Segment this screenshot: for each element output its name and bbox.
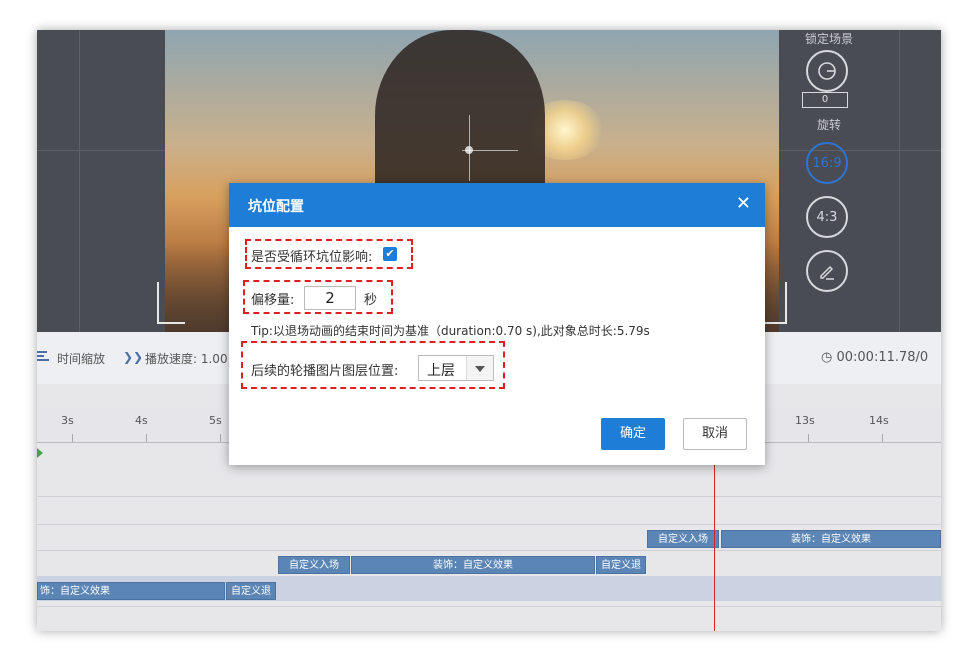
rotate-arrow-icon bbox=[818, 62, 836, 80]
dialog-header: 坑位配置 ✕ bbox=[229, 183, 765, 227]
rotate-label: 旋转 bbox=[816, 118, 841, 132]
clock-icon: ◷ bbox=[821, 350, 833, 365]
loop-checkbox[interactable]: ✔ bbox=[383, 247, 397, 261]
frame-corner-bracket bbox=[157, 282, 185, 324]
track-divider bbox=[37, 524, 941, 525]
offset-label: 偏移量: bbox=[251, 293, 295, 308]
timeline-clip[interactable]: 装饰：自定义效果 bbox=[721, 530, 941, 548]
track-divider bbox=[37, 606, 941, 607]
timeline-clip[interactable]: 自定义退 bbox=[226, 582, 276, 600]
layer-select-value: 上层 bbox=[427, 363, 455, 379]
confirm-button[interactable]: 确定 bbox=[601, 418, 665, 450]
track-divider bbox=[37, 550, 941, 551]
timeline-clip[interactable]: 自定义入场 bbox=[647, 530, 719, 548]
timeline-clip[interactable]: 自定义入场 bbox=[278, 556, 350, 574]
grid-line bbox=[899, 30, 900, 332]
transform-panel: 锁定场景 0 旋转 16:9 4:3 bbox=[799, 30, 859, 332]
offset-input[interactable]: 2 bbox=[304, 286, 356, 310]
edit-pen-icon[interactable] bbox=[806, 250, 848, 292]
dialog-title: 坑位配置 bbox=[248, 199, 304, 215]
lock-scene-label[interactable]: 锁定场景 bbox=[799, 30, 859, 47]
current-time-value: 00:00:11.78/0 bbox=[836, 350, 929, 365]
tick-label: 3s bbox=[61, 414, 74, 427]
rotate-input[interactable]: 0 bbox=[802, 92, 848, 108]
tick-mark bbox=[220, 434, 221, 442]
timeline-clip[interactable]: 自定义退 bbox=[596, 556, 646, 574]
timeline-tracks: 自定义入场 装饰：自定义效果 自定义入场 装饰：自定义效果 自定义退 饰：自定义… bbox=[37, 466, 941, 631]
time-zoom-label[interactable]: 时间缩放 bbox=[57, 350, 105, 367]
play-speed-icon[interactable]: ❯❯ bbox=[123, 350, 143, 364]
play-marker-icon[interactable] bbox=[37, 448, 43, 458]
tick-label: 13s bbox=[795, 414, 815, 427]
ratio-4-3-button[interactable]: 4:3 bbox=[806, 196, 848, 238]
cancel-button[interactable]: 取消 bbox=[683, 418, 747, 450]
timeline-clip[interactable]: 饰：自定义效果 bbox=[37, 582, 225, 600]
tip-text: Tip:以退场动画的结束时间为基准（duration:0.70 s),此对象总时… bbox=[251, 324, 650, 338]
ratio-16-9-button[interactable]: 16:9 bbox=[806, 142, 848, 184]
timeline-clip[interactable]: 装饰：自定义效果 bbox=[351, 556, 595, 574]
tick-mark bbox=[146, 434, 147, 442]
rotate-icon[interactable] bbox=[806, 50, 848, 92]
current-time: ◷ 00:00:11.78/0 bbox=[821, 350, 928, 365]
tick-label: 4s bbox=[135, 414, 148, 427]
tick-label: 14s bbox=[869, 414, 889, 427]
slot-config-dialog: 坑位配置 ✕ 是否受循环坑位影响: ✔ 偏移量: 2 秒 Tip:以退场动画的结… bbox=[229, 183, 765, 465]
tick-label: 5s bbox=[209, 414, 222, 427]
pen-icon bbox=[820, 265, 834, 280]
chevron-down-icon bbox=[475, 366, 485, 372]
loop-label: 是否受循环坑位影响: bbox=[251, 250, 373, 265]
select-dropdown-button[interactable] bbox=[466, 356, 493, 380]
tick-mark bbox=[882, 434, 883, 442]
layer-select[interactable]: 上层 bbox=[418, 355, 494, 381]
crosshair-center[interactable] bbox=[465, 146, 473, 154]
tick-mark bbox=[72, 434, 73, 442]
track-divider bbox=[37, 496, 941, 497]
time-zoom-icon[interactable] bbox=[37, 350, 51, 365]
tick-mark bbox=[808, 434, 809, 442]
close-icon[interactable]: ✕ bbox=[736, 193, 751, 214]
offset-unit: 秒 bbox=[364, 293, 378, 308]
layer-label: 后续的轮播图片图层位置: bbox=[251, 364, 399, 379]
grid-line bbox=[79, 30, 80, 332]
play-speed-label[interactable]: 播放速度: 1.00 bbox=[145, 350, 228, 367]
